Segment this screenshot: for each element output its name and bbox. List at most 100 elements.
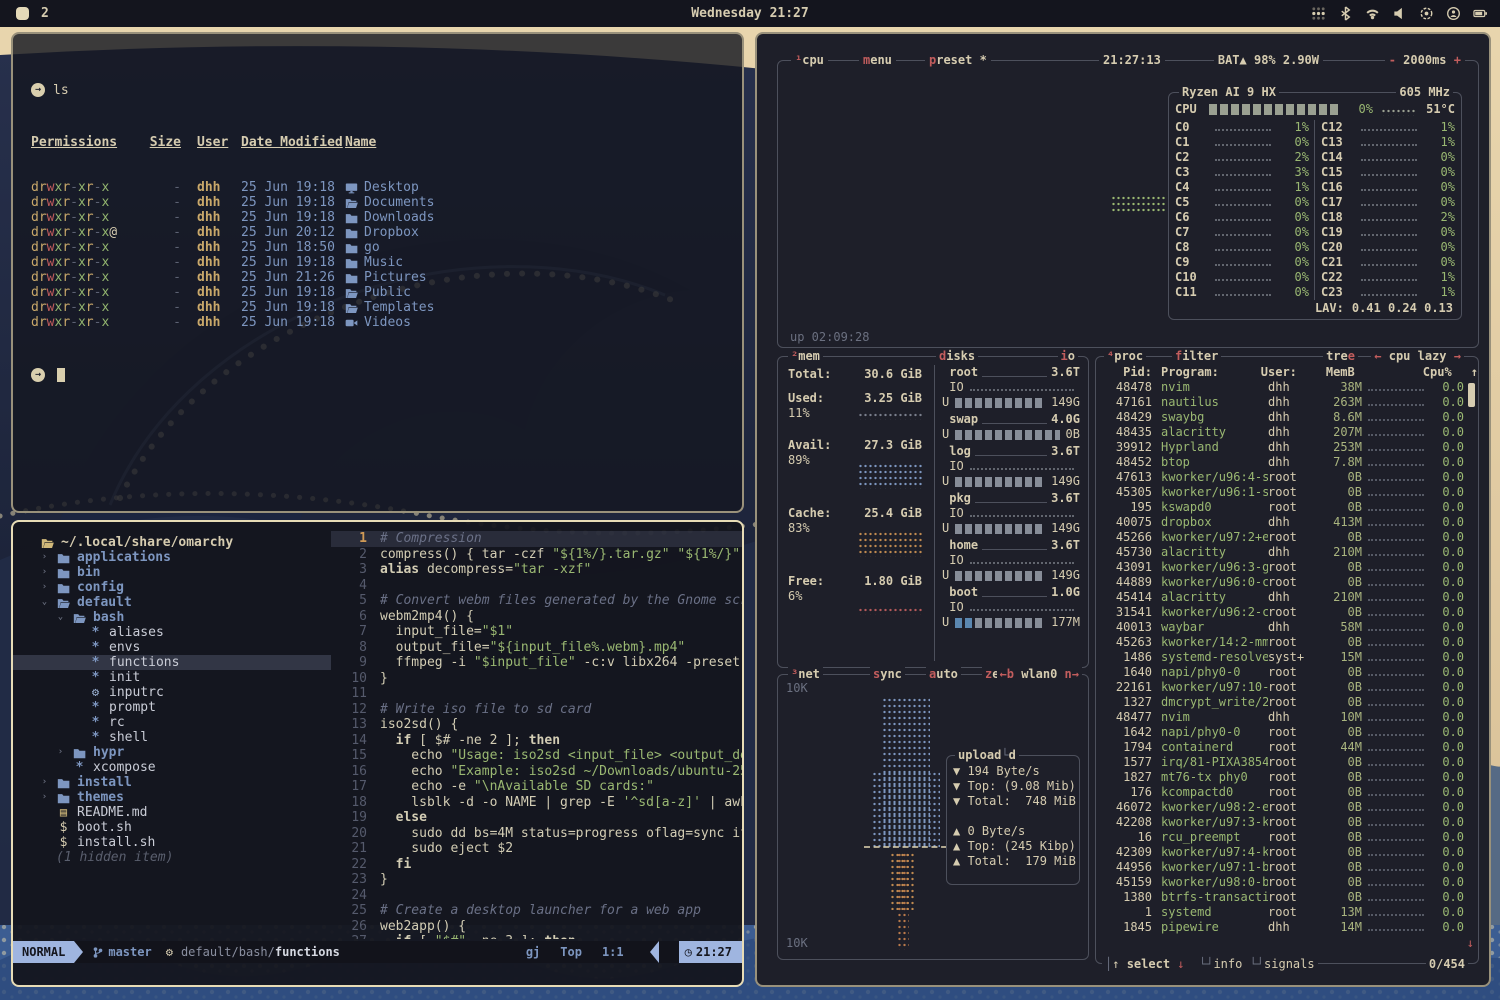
process-row[interactable]: 22161kworker/u97:10-kroot0B0.0 <box>1096 680 1478 695</box>
tree-item-xcompose[interactable]: *xcompose <box>13 760 331 775</box>
code-line[interactable]: 20 sudo dd bs=4M status=progress oflag=s… <box>331 826 742 842</box>
tab-proc[interactable]: ⁴proc <box>1104 349 1146 363</box>
net-interface-switcher[interactable]: ←b wlan0 n→ <box>997 667 1083 681</box>
code-line[interactable]: 6webm2mp4() { <box>331 609 742 625</box>
process-row[interactable]: 46072kworker/u98:2-evroot0B0.0 <box>1096 800 1478 815</box>
bluetooth-icon[interactable] <box>1338 6 1353 21</box>
tab-mem[interactable]: ²mem <box>788 349 823 363</box>
record-icon[interactable] <box>1419 6 1434 21</box>
code-line[interactable]: 2compress() { tar -czf "${1%/}.tar.gz" "… <box>331 547 742 563</box>
code-line[interactable]: 8 output_file="${input_file%.webm}.mp4" <box>331 640 742 656</box>
proc-scrollbar[interactable] <box>1468 383 1475 407</box>
process-row[interactable]: 1845pipewiredhh14M0.0 <box>1096 920 1478 935</box>
menu-button[interactable]: menu <box>859 53 896 67</box>
volume-icon[interactable] <box>1392 6 1407 21</box>
proc-sort-selector[interactable]: ← cpu lazy → <box>1371 349 1464 363</box>
tree-item--.local-share-omarchy[interactable]: ~/.local/share/omarchy <box>13 535 331 550</box>
process-row[interactable]: 39912Hyprlanddhh253M0.0 <box>1096 440 1478 455</box>
process-row[interactable]: 48477nvimdhh10M0.0 <box>1096 710 1478 725</box>
code-line[interactable]: 9 ffmpeg -i "$input_file" -c:v libx264 -… <box>331 655 742 671</box>
user-icon[interactable] <box>1446 6 1461 21</box>
tree-item-rc[interactable]: *rc <box>13 715 331 730</box>
tree-item--1-hidden-item-[interactable]: (1 hidden item) <box>13 850 331 865</box>
tree-item-themes[interactable]: ›themes <box>13 790 331 805</box>
process-row[interactable]: 40075dropboxdhh413M0.0 <box>1096 515 1478 530</box>
code-line[interactable]: 16 echo "Example: iso2sd ~/Downloads/ubu… <box>331 764 742 780</box>
process-row[interactable]: 31541kworker/u96:2-coroot0B0.0 <box>1096 605 1478 620</box>
tree-item-bash[interactable]: ⌄bash <box>13 610 331 625</box>
code-line[interactable]: 22 fi <box>331 857 742 873</box>
process-row[interactable]: 48435alacrittydhh207M0.0 <box>1096 425 1478 440</box>
process-row[interactable]: 45730alacrittydhh210M0.0 <box>1096 545 1478 560</box>
process-row[interactable]: 48429swaybgdhh8.6M0.0 <box>1096 410 1478 425</box>
code-line[interactable]: 23} <box>331 872 742 888</box>
process-row[interactable]: 44889kworker/u96:0-coroot0B0.0 <box>1096 575 1478 590</box>
process-row[interactable]: 48478nvimdhh38M0.0 <box>1096 380 1478 395</box>
tree-item-inputrc[interactable]: ⚙inputrc <box>13 685 331 700</box>
tree-item-boot.sh[interactable]: $boot.sh <box>13 820 331 835</box>
process-row[interactable]: 1642napi/phy0-0root0B0.0 <box>1096 725 1478 740</box>
code-line[interactable]: 18 lsblk -d -o NAME | grep -E '^sd[a-z]'… <box>331 795 742 811</box>
code-line[interactable]: 17 echo -e "\nAvailable SD cards:" <box>331 779 742 795</box>
workspace-active-icon[interactable] <box>16 7 29 20</box>
code-line[interactable]: 15 echo "Usage: iso2sd <input_file> <out… <box>331 748 742 764</box>
process-row[interactable]: 1827mt76-tx phy0root0B0.0 <box>1096 770 1478 785</box>
process-row[interactable]: 42309kworker/u97:4-kvroot0B0.0 <box>1096 845 1478 860</box>
process-row[interactable]: 1640napi/phy0-0root0B0.0 <box>1096 665 1478 680</box>
io-toggle[interactable]: ³io <box>1058 349 1078 363</box>
process-row[interactable]: 48452btopdhh7.8M0.0 <box>1096 455 1478 470</box>
tree-item-readme.md[interactable]: ▤README.md <box>13 805 331 820</box>
tree-item-prompt[interactable]: *prompt <box>13 700 331 715</box>
process-row[interactable]: 1systemdroot13M0.0 <box>1096 905 1478 920</box>
code-line[interactable]: 11 <box>331 686 742 702</box>
code-line[interactable]: 1# Compression <box>331 531 742 547</box>
update-interval[interactable]: - 2000ms + <box>1385 53 1465 67</box>
proc-tree-toggle[interactable]: tree <box>1323 349 1358 363</box>
clock[interactable]: Wednesday 21:27 <box>0 6 1500 21</box>
proc-filter-button[interactable]: filter <box>1172 349 1221 363</box>
process-row[interactable]: 43091kworker/u96:3-gfroot0B0.0 <box>1096 560 1478 575</box>
code-line[interactable]: 10} <box>331 671 742 687</box>
process-row[interactable]: 45414alacrittydhh210M0.0 <box>1096 590 1478 605</box>
net-auto-button[interactable]: auto <box>926 667 961 681</box>
code-line[interactable]: 27 if [ "$#" -ne 3 ]; then <box>331 934 742 939</box>
tree-item-install[interactable]: ›install <box>13 775 331 790</box>
tailscale-icon[interactable] <box>1311 6 1326 21</box>
process-row[interactable]: 1327dmcrypt_write/25root0B0.0 <box>1096 695 1478 710</box>
net-sync-button[interactable]: sync <box>870 667 905 681</box>
battery-icon[interactable] <box>1473 6 1488 21</box>
code-line[interactable]: 3alias decompress="tar -xzf" <box>331 562 742 578</box>
workspace-number[interactable]: 2 <box>41 6 49 21</box>
tab-net[interactable]: ³net <box>788 667 823 681</box>
code-line[interactable]: 7 input_file="$1" <box>331 624 742 640</box>
process-row[interactable]: 47161nautilusdhh263M0.0 <box>1096 395 1478 410</box>
preset-button[interactable]: preset * <box>925 53 991 67</box>
code-line[interactable]: 21 sudo eject $2 <box>331 841 742 857</box>
process-row[interactable]: 45266kworker/u97:2+evroot0B0.0 <box>1096 530 1478 545</box>
process-row[interactable]: 1794containerdroot44M0.0 <box>1096 740 1478 755</box>
tree-item-bin[interactable]: ›bin <box>13 565 331 580</box>
code-line[interactable]: 14 if [ $# -ne 2 ]; then <box>331 733 742 749</box>
process-row[interactable]: 40013waybardhh58M0.0 <box>1096 620 1478 635</box>
code-line[interactable]: 26web2app() { <box>331 919 742 935</box>
tree-item-install.sh[interactable]: $install.sh <box>13 835 331 850</box>
process-row[interactable]: 16rcu_preemptroot0B0.0 <box>1096 830 1478 845</box>
code-editor[interactable]: 1# Compression2compress() { tar -czf "${… <box>331 522 742 939</box>
process-row[interactable]: 44956kworker/u97:1-btroot0B0.0 <box>1096 860 1478 875</box>
tree-item-shell[interactable]: *shell <box>13 730 331 745</box>
process-row[interactable]: 42208kworker/u97:3-kcroot0B0.0 <box>1096 815 1478 830</box>
tree-item-default[interactable]: ⌄default <box>13 595 331 610</box>
code-line[interactable]: 5# Convert webm files generated by the G… <box>331 593 742 609</box>
tree-item-envs[interactable]: *envs <box>13 640 331 655</box>
tree-item-config[interactable]: ›config <box>13 580 331 595</box>
wifi-icon[interactable] <box>1365 6 1380 21</box>
code-line[interactable]: 13iso2sd() { <box>331 717 742 733</box>
process-row[interactable]: 1577irq/81-PIXA3854:root0B0.0 <box>1096 755 1478 770</box>
disks-title[interactable]: disks <box>936 349 978 363</box>
tree-item-init[interactable]: *init <box>13 670 331 685</box>
process-row[interactable]: 47613kworker/u96:4-sdroot0B0.0 <box>1096 470 1478 485</box>
tree-item-applications[interactable]: ›applications <box>13 550 331 565</box>
tree-item-hypr[interactable]: ›hypr <box>13 745 331 760</box>
code-line[interactable]: 4 <box>331 578 742 594</box>
tab-cpu[interactable]: ¹cpu <box>791 53 828 67</box>
